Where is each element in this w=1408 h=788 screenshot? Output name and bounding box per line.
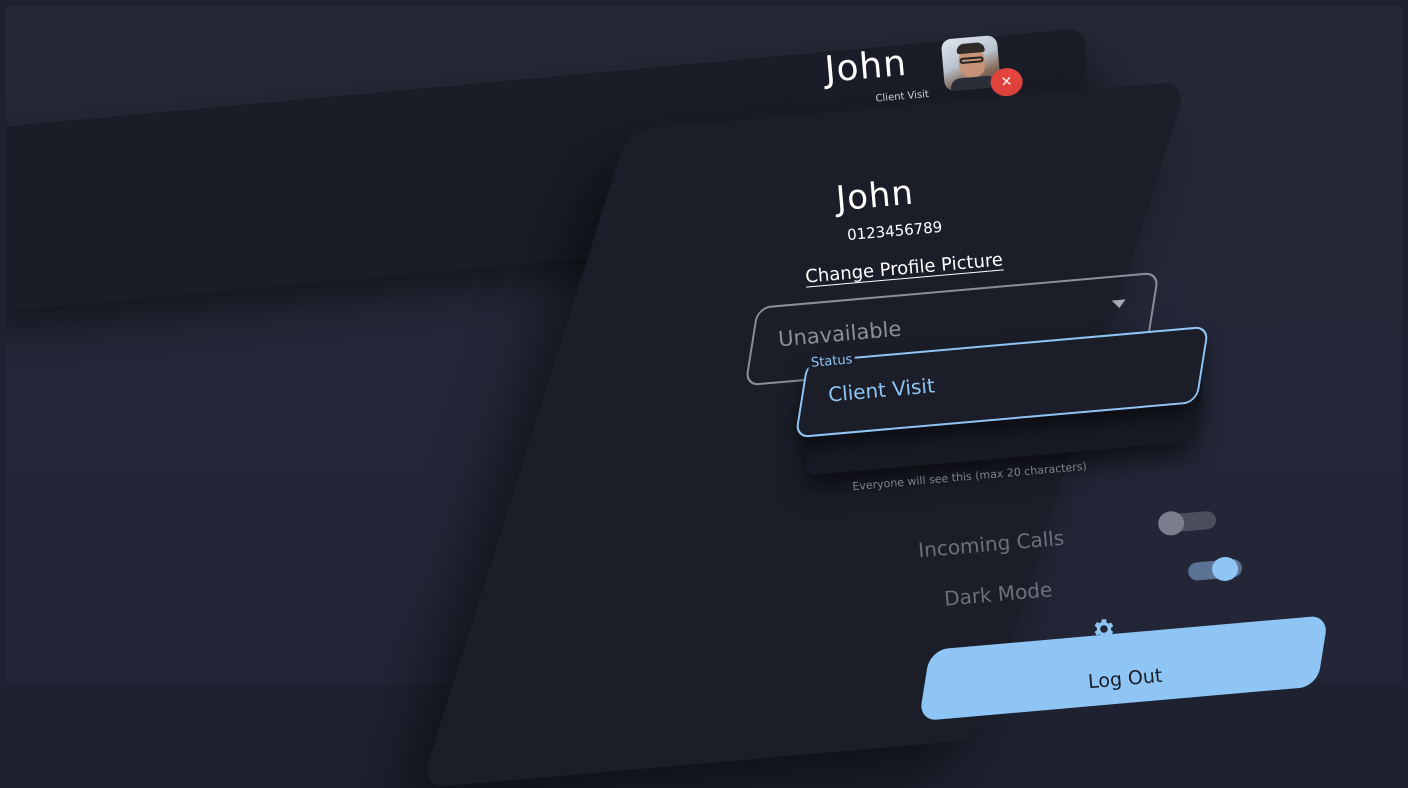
dark-mode-toggle[interactable]	[1183, 555, 1243, 583]
dropdown-arrow-icon[interactable]	[1111, 299, 1127, 309]
incoming-calls-toggle[interactable]	[1157, 508, 1217, 537]
profile-name: John	[834, 172, 916, 220]
change-profile-picture-link[interactable]: Change Profile Picture	[804, 249, 1003, 287]
profile-phone: 0123456789	[846, 217, 944, 245]
profile-panel-content: John 0123456789 Change Profile Picture U…	[0, 0, 1408, 722]
incoming-calls-label: Incoming Calls	[917, 525, 1066, 563]
dark-mode-label: Dark Mode	[943, 577, 1054, 611]
